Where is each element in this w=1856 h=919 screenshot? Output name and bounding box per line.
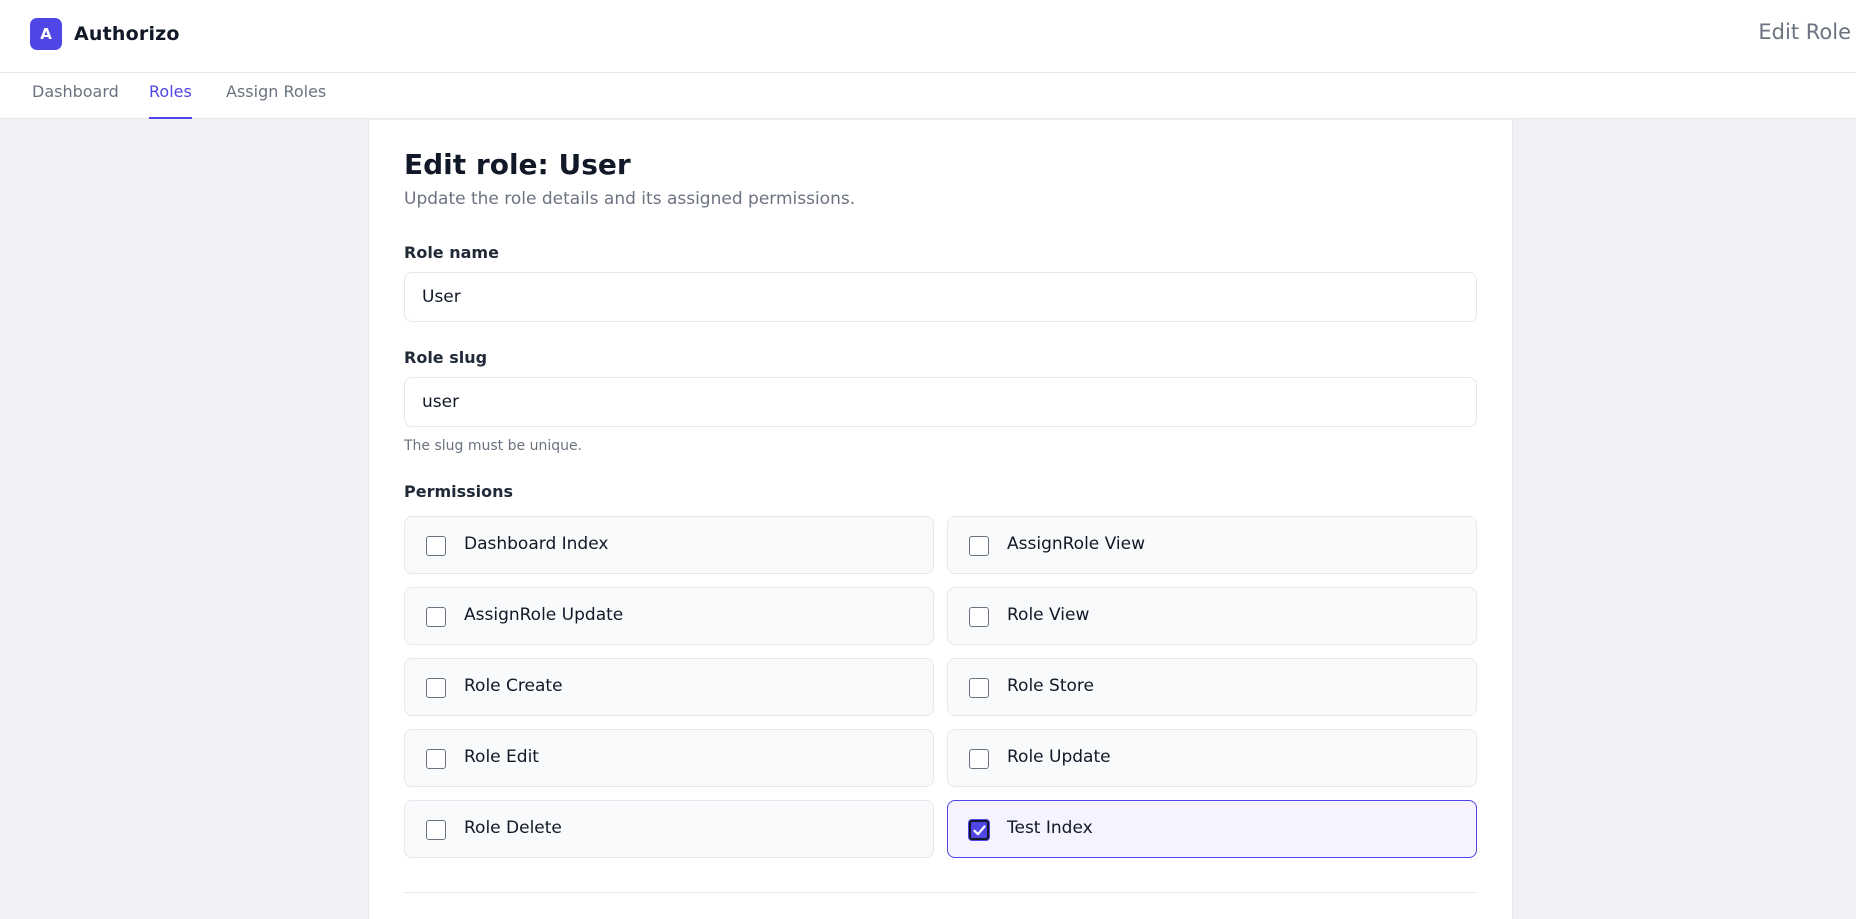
permission-label: AssignRole View: [1007, 534, 1146, 554]
permission-dashboard-index[interactable]: Dashboard Index: [404, 516, 934, 574]
permission-role-create[interactable]: Role Create: [404, 658, 934, 716]
slug-hint: The slug must be unique.: [404, 438, 583, 454]
permissions-label: Permissions: [404, 482, 514, 501]
permission-label: Role Edit: [464, 747, 539, 767]
permission-role-update[interactable]: Role Update: [947, 729, 1477, 787]
edit-role-card: Edit role: User Update the role details …: [368, 119, 1513, 919]
role-name-input[interactable]: [404, 272, 1477, 322]
nav-assign-roles[interactable]: Assign Roles: [226, 73, 326, 119]
checkbox[interactable]: [426, 820, 446, 840]
top-bar: A Authorizo Edit Role: [0, 0, 1856, 73]
checkbox[interactable]: [969, 607, 989, 627]
nav-roles[interactable]: Roles: [149, 73, 192, 119]
permission-label: Dashboard Index: [464, 534, 609, 554]
checkbox-checked[interactable]: [969, 820, 989, 840]
page-title: Edit role: User: [404, 148, 631, 181]
app-logo: A: [30, 18, 62, 50]
nav-dashboard[interactable]: Dashboard: [32, 73, 119, 119]
divider: [404, 892, 1477, 893]
permission-label: Role Store: [1007, 676, 1094, 696]
role-slug-label: Role slug: [404, 348, 488, 367]
permission-test-index[interactable]: Test Index: [947, 800, 1477, 858]
permission-assignrole-update[interactable]: AssignRole Update: [404, 587, 934, 645]
checkbox[interactable]: [426, 678, 446, 698]
permission-label: Role Delete: [464, 818, 562, 838]
permission-label: Role Update: [1007, 747, 1111, 767]
permission-label: AssignRole Update: [464, 605, 624, 625]
permission-role-view[interactable]: Role View: [947, 587, 1477, 645]
main-nav: Dashboard Roles Assign Roles: [0, 73, 1856, 119]
permission-label: Role View: [1007, 605, 1090, 625]
app-name: Authorizo: [74, 23, 180, 45]
brand[interactable]: A Authorizo: [30, 18, 180, 50]
role-slug-input[interactable]: [404, 377, 1477, 427]
checkbox[interactable]: [426, 749, 446, 769]
role-name-label: Role name: [404, 243, 499, 262]
checkbox[interactable]: [969, 749, 989, 769]
permission-role-edit[interactable]: Role Edit: [404, 729, 934, 787]
permission-role-store[interactable]: Role Store: [947, 658, 1477, 716]
permission-role-delete[interactable]: Role Delete: [404, 800, 934, 858]
page-subtitle: Update the role details and its assigned…: [404, 189, 856, 209]
checkbox[interactable]: [969, 536, 989, 556]
permission-label: Test Index: [1007, 818, 1093, 838]
checkbox[interactable]: [426, 536, 446, 556]
checkbox[interactable]: [969, 678, 989, 698]
permission-assignrole-view[interactable]: AssignRole View: [947, 516, 1477, 574]
checkmark-icon: [973, 825, 986, 836]
checkbox[interactable]: [426, 607, 446, 627]
page-heading: Edit Role: [1758, 20, 1851, 44]
permission-label: Role Create: [464, 676, 563, 696]
